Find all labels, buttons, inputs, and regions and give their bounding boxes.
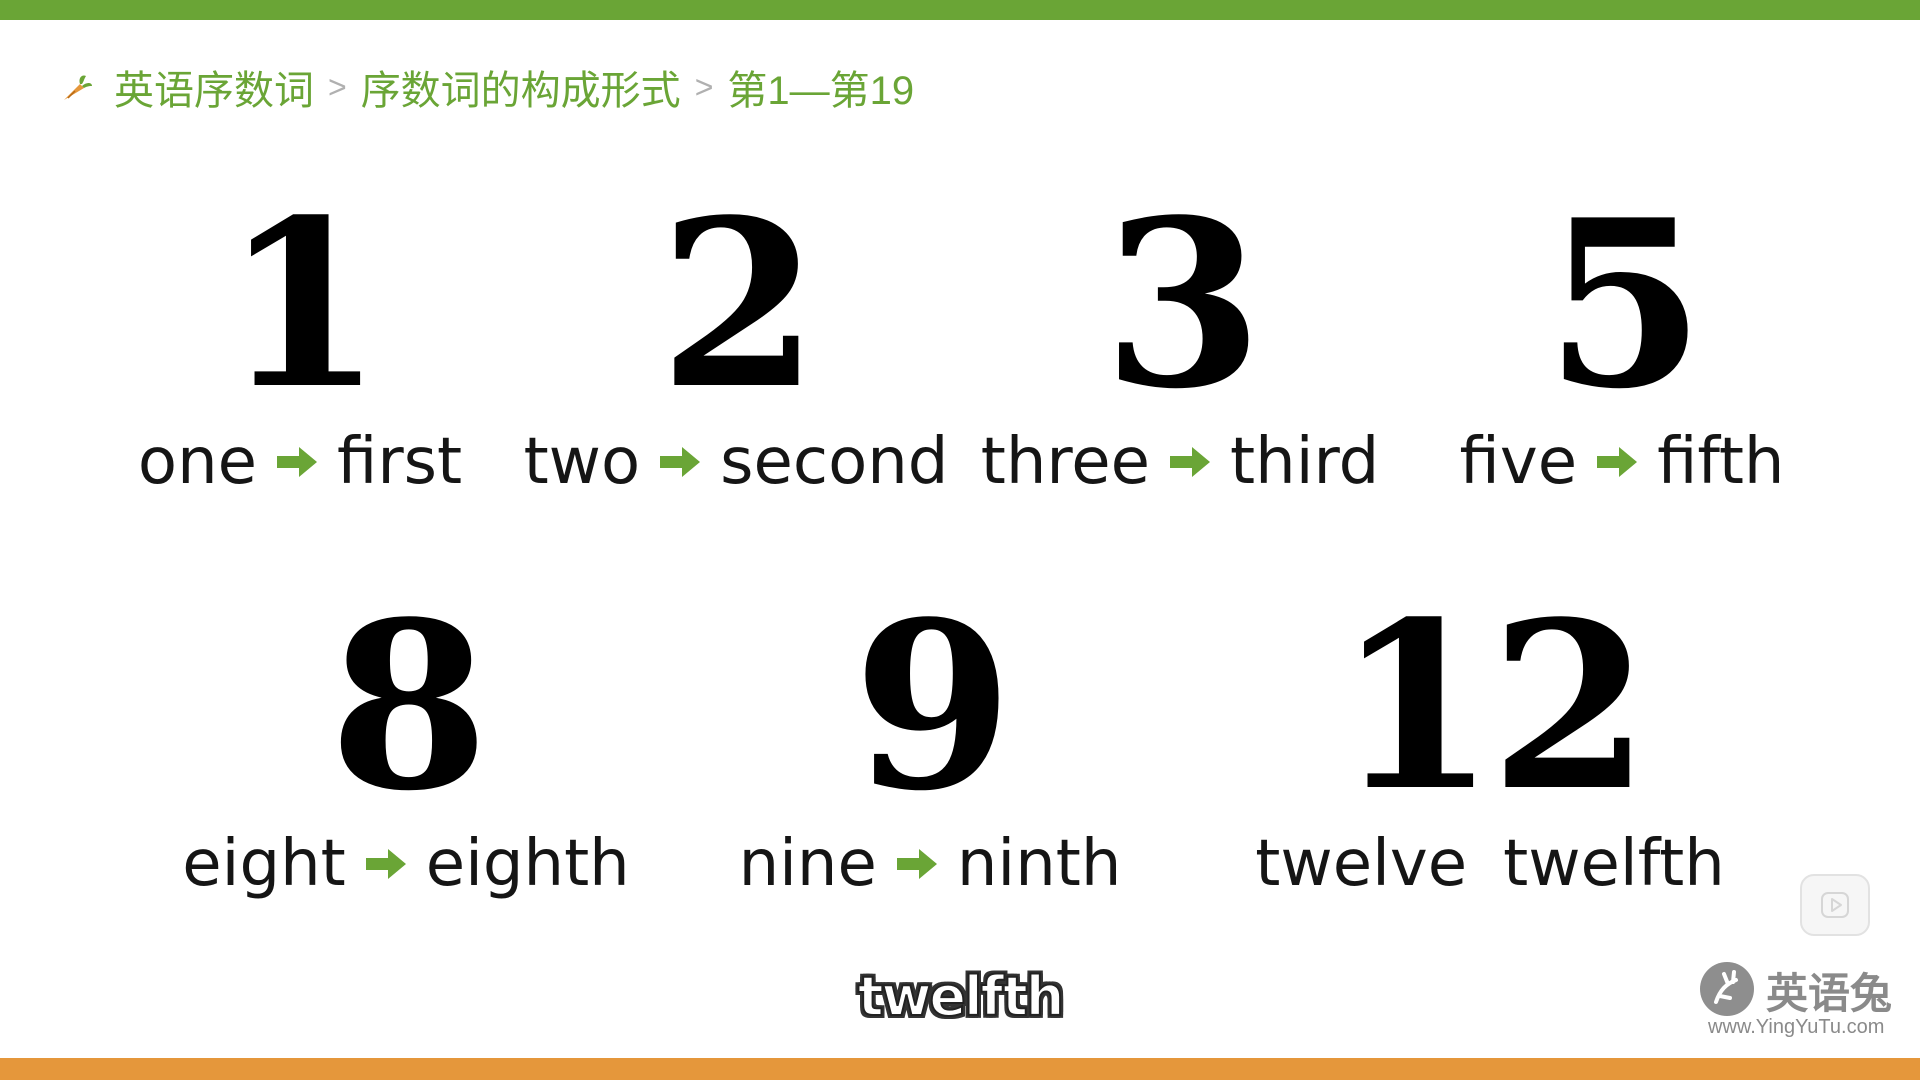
numeral: 5 [1544, 170, 1705, 440]
right-arrow-icon [1597, 447, 1638, 477]
cardinal-word: three [980, 425, 1151, 499]
slide: 英语序数词 > 序数词的构成形式 > 第1—第19 1 one first 2 … [0, 0, 1920, 1080]
breadcrumb: 英语序数词 > 序数词的构成形式 > 第1—第19 [60, 62, 914, 113]
numeral: 1 [222, 170, 383, 440]
numeral: 9 [852, 572, 1013, 842]
top-accent-bar [0, 0, 1920, 20]
ordinal-word: third [1230, 425, 1380, 499]
bottom-accent-bar [0, 1058, 1920, 1080]
number-card: 9 nine ninth [700, 592, 1160, 904]
cardinal-word: twelve [1255, 827, 1468, 901]
numeral: 2 [658, 170, 819, 440]
numeral: 8 [328, 572, 489, 842]
carrot-icon [64, 75, 92, 100]
ordinal-word: twelfth [1503, 827, 1725, 901]
ordinal-word: second [720, 425, 949, 499]
number-card: 8 eight eighth [176, 592, 636, 904]
right-arrow-icon [660, 447, 701, 477]
watermark-logo: 英语兔 www.YingYuTu.com [1700, 960, 1900, 1040]
video-subtitle: twelfth [857, 964, 1066, 1029]
ordinal-word: ninth [956, 827, 1122, 901]
breadcrumb-separator: > [694, 68, 714, 105]
cardinal-word: two [523, 425, 641, 499]
cardinal-word: five [1459, 425, 1578, 499]
video-play-button[interactable] [1800, 874, 1870, 936]
ordinal-word: first [337, 425, 463, 499]
numeral: 3 [1102, 170, 1263, 440]
numeral: 12 [1335, 572, 1650, 842]
cardinal-word: eight [182, 827, 346, 901]
number-card: 5 five fifth [1392, 190, 1852, 502]
breadcrumb-separator: > [328, 68, 347, 105]
breadcrumb-item-section[interactable]: 序数词的构成形式 [361, 58, 681, 116]
breadcrumb-item-topic[interactable]: 英语序数词 [114, 58, 314, 116]
right-arrow-icon [365, 849, 406, 879]
watermark-url: www.YingYuTu.com [1708, 1016, 1885, 1038]
number-card: 2 two second [506, 190, 966, 502]
play-icon [1821, 892, 1849, 918]
number-card: 12 twelve twelfth [1255, 572, 1725, 904]
breadcrumb-item-current[interactable]: 第1—第19 [727, 58, 914, 116]
ordinal-word: fifth [1657, 425, 1785, 499]
right-arrow-icon [277, 447, 318, 477]
cardinal-word: one [137, 425, 258, 499]
number-card: 1 one first [70, 190, 530, 502]
right-arrow-icon [1170, 447, 1211, 477]
number-card: 3 three third [950, 190, 1410, 502]
rabbit-logo-icon [1700, 962, 1754, 1016]
ordinal-word: eighth [425, 827, 630, 901]
right-arrow-icon [896, 849, 937, 879]
cardinal-word: nine [738, 827, 877, 901]
word-pair: two second [506, 422, 966, 502]
watermark-name: 英语兔 [1766, 969, 1893, 1018]
